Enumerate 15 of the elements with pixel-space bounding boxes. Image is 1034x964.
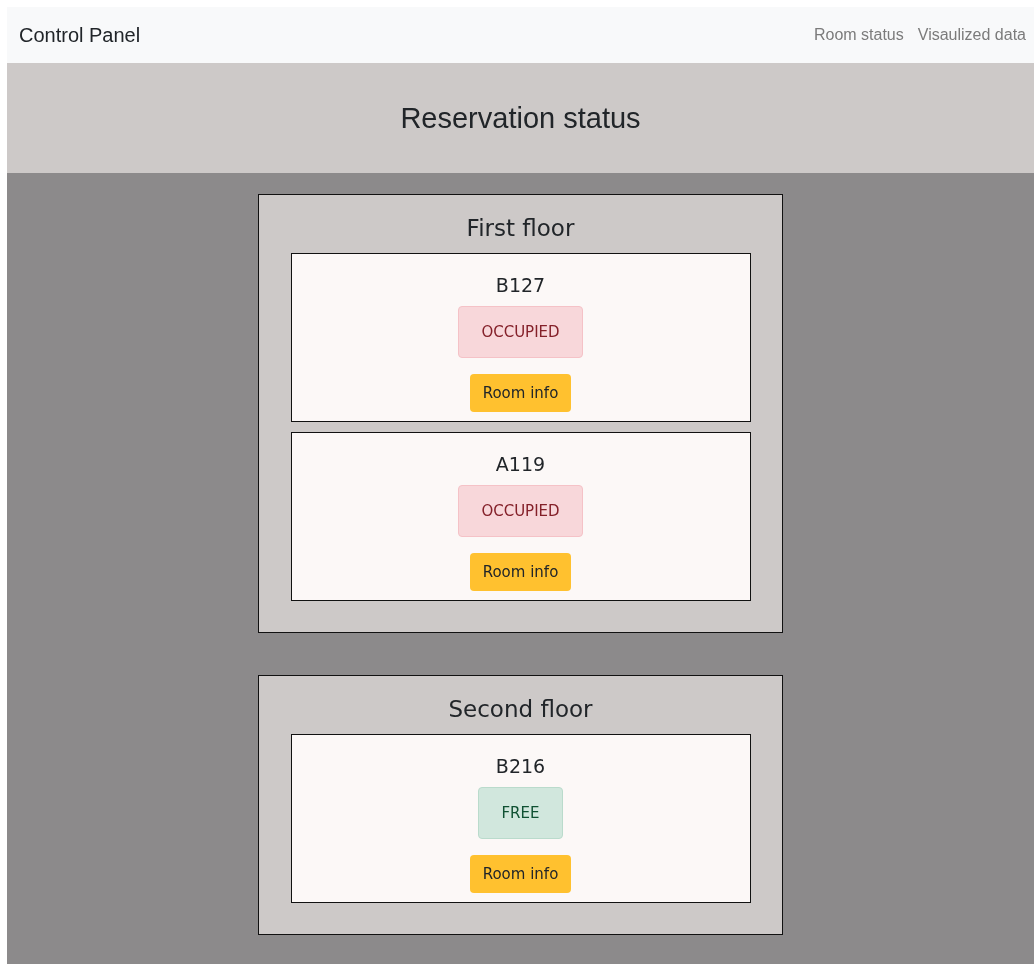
room-name: B127	[495, 274, 546, 296]
floor-title: First floor	[466, 215, 575, 241]
floor-title: Second floor	[448, 696, 593, 722]
status-badge: OCCUPIED	[458, 485, 583, 537]
page-title: Reservation status	[400, 101, 641, 135]
room-name: B216	[495, 755, 546, 777]
brand-link[interactable]: Control Panel	[19, 23, 141, 47]
status-badge: OCCUPIED	[458, 306, 583, 358]
room-info-button[interactable]: Room info	[469, 553, 572, 591]
nav-link[interactable]: Room status	[813, 26, 904, 44]
status-badge: FREE	[478, 787, 563, 839]
nav-link[interactable]: Visaulized data	[917, 26, 1026, 44]
room-info-button[interactable]: Room info	[469, 374, 572, 412]
room-name: A119	[495, 453, 546, 475]
room-info-button[interactable]: Room info	[469, 855, 572, 893]
